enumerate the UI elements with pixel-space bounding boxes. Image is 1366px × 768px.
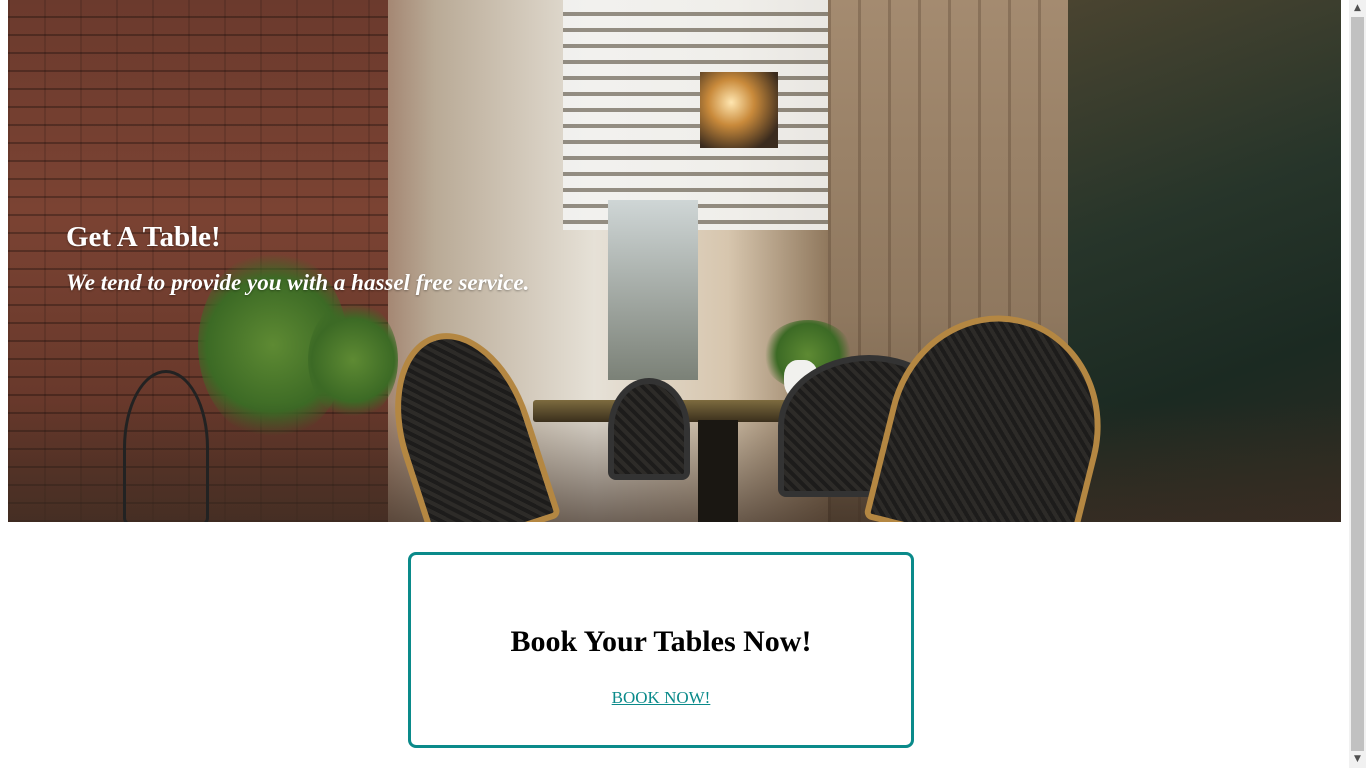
table-leg-image [698,420,738,522]
vertical-scrollbar[interactable]: ▲ ▼ [1349,0,1366,768]
scrollbar-thumb[interactable] [1351,17,1364,751]
hero-title: Get A Table! [66,221,221,253]
scroll-down-arrow-icon[interactable]: ▼ [1349,751,1366,768]
chair-image [608,378,690,480]
chair-image [123,370,209,522]
scroll-up-arrow-icon[interactable]: ▲ [1349,0,1366,17]
book-now-link[interactable]: BOOK NOW! [411,688,911,708]
hanging-lamp-image [700,72,778,148]
booking-title: Book Your Tables Now! [510,625,812,658]
hero-banner: Get A Table! We tend to provide you with… [8,0,1341,522]
skylight-image [563,0,833,230]
hero-subtitle: We tend to provide you with a hassel fre… [66,270,530,295]
booking-card: Book Your Tables Now! BOOK NOW! [408,552,914,748]
corridor-image [608,200,698,380]
hero-text: Get A Table! We tend to provide you with… [66,218,529,298]
